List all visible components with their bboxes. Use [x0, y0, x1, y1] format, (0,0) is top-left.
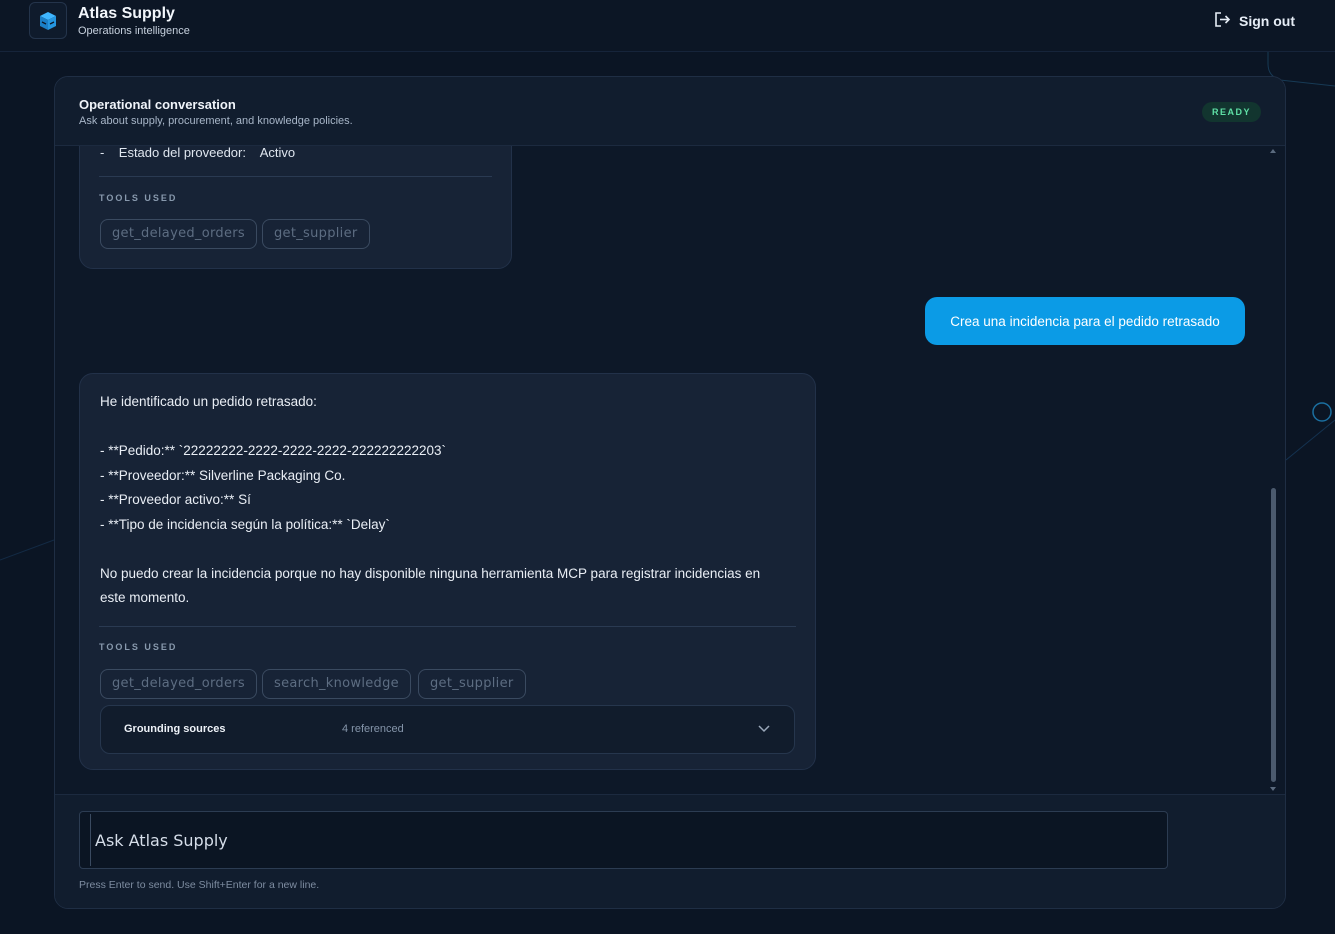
- conversation-title: Operational conversation: [79, 97, 236, 112]
- composer-hint: Press Enter to send. Use Shift+Enter for…: [79, 879, 320, 891]
- assistant-message: - Estado del proveedor: Activo TOOLS USE…: [79, 146, 512, 269]
- message-line: - Estado del proveedor: Activo: [100, 146, 296, 160]
- grounding-sources-toggle[interactable]: Grounding sources 4 referenced: [100, 705, 795, 754]
- grounding-title: Grounding sources: [124, 723, 226, 735]
- divider: [99, 176, 492, 177]
- top-bar: Atlas Supply Operations intelligence Sig…: [0, 0, 1335, 52]
- tool-chip[interactable]: get_supplier: [262, 219, 370, 249]
- message-list[interactable]: - Estado del proveedor: Activo TOOLS USE…: [55, 146, 1285, 794]
- tool-chip[interactable]: get_delayed_orders: [100, 219, 257, 249]
- tool-chip[interactable]: get_supplier: [418, 669, 526, 699]
- conversation-panel: Operational conversation Ask about suppl…: [54, 76, 1286, 909]
- grounding-count: 4 referenced: [342, 723, 404, 735]
- sign-out-button[interactable]: Sign out: [1214, 11, 1295, 31]
- tools-used-label: TOOLS USED: [99, 193, 178, 203]
- divider: [99, 626, 796, 627]
- message-line: - **Proveedor:** Silverline Packaging Co…: [100, 468, 346, 483]
- assistant-message: He identificado un pedido retrasado: - *…: [79, 373, 816, 770]
- sign-out-icon: [1214, 12, 1231, 30]
- message-input[interactable]: Ask Atlas Supply: [79, 811, 1168, 869]
- sign-out-label: Sign out: [1239, 13, 1295, 29]
- message-line: No puedo crear la incidencia porque no h…: [100, 566, 761, 581]
- app-tagline: Operations intelligence: [78, 25, 190, 37]
- message-line: He identificado un pedido retrasado:: [100, 394, 317, 409]
- app-name: Atlas Supply: [78, 5, 175, 22]
- user-message: Crea una incidencia para el pedido retra…: [925, 297, 1245, 345]
- message-line: - **Pedido:** `22222222-2222-2222-2222-2…: [100, 443, 447, 458]
- chevron-down-icon: [757, 721, 771, 740]
- logo-cube-icon: [29, 2, 67, 39]
- tool-chip[interactable]: search_knowledge: [262, 669, 411, 699]
- message-input-placeholder: Ask Atlas Supply: [95, 831, 228, 850]
- message-line: - **Tipo de incidencia según la política…: [100, 517, 390, 532]
- text-caret: [90, 814, 91, 866]
- tool-chip[interactable]: get_delayed_orders: [100, 669, 257, 699]
- message-line: este momento.: [100, 590, 190, 605]
- tools-used-label: TOOLS USED: [99, 642, 178, 652]
- conversation-subtitle: Ask about supply, procurement, and knowl…: [79, 115, 353, 127]
- composer: Ask Atlas Supply Press Enter to send. Us…: [55, 794, 1285, 908]
- scroll-thumb[interactable]: [1271, 488, 1276, 782]
- conversation-header: Operational conversation Ask about suppl…: [55, 77, 1285, 146]
- status-badge: READY: [1202, 102, 1262, 122]
- message-scrollbar[interactable]: [1269, 146, 1277, 794]
- message-line: - **Proveedor activo:** Sí: [100, 492, 251, 507]
